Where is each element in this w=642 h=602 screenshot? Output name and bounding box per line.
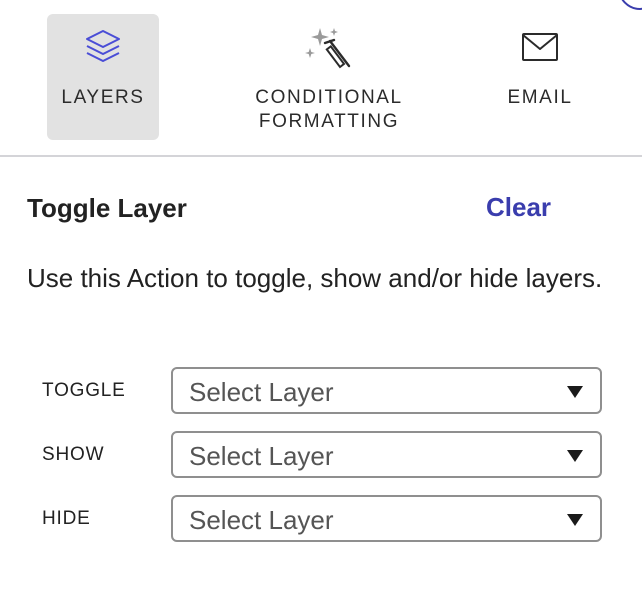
tab-conditional-label-line2: FORMATTING: [258, 111, 400, 132]
show-layer-select[interactable]: Select Layer: [171, 431, 602, 478]
layers-icon: [83, 27, 123, 72]
caret-down-icon: [567, 386, 583, 398]
select-value: Select Layer: [189, 441, 334, 471]
tab-conditional-label-line1: CONDITIONAL: [255, 87, 403, 108]
select-value: Select Layer: [189, 505, 334, 535]
tab-conditional-formatting[interactable]: CONDITIONAL FORMATTING: [240, 14, 418, 140]
hide-label: HIDE: [42, 508, 91, 529]
select-value: Select Layer: [189, 377, 334, 407]
tab-layers-label: LAYERS: [61, 87, 145, 108]
envelope-icon: [521, 32, 559, 67]
magic-wand-sparkles-icon: [304, 26, 354, 77]
caret-down-icon: [567, 514, 583, 526]
show-label: SHOW: [42, 444, 105, 465]
toggle-label: TOGGLE: [42, 380, 126, 401]
tab-bar: LAYERS CONDITIONAL FORMATTING EMAIL: [0, 0, 642, 157]
tab-layers[interactable]: LAYERS: [47, 14, 159, 140]
tab-email-label: EMAIL: [507, 87, 573, 108]
tab-email[interactable]: EMAIL: [490, 14, 590, 140]
caret-down-icon: [567, 450, 583, 462]
panel-description: Use this Action to toggle, show and/or h…: [27, 263, 603, 293]
toggle-layer-select[interactable]: Select Layer: [171, 367, 602, 414]
panel-title: Toggle Layer: [27, 193, 187, 223]
clear-button[interactable]: Clear: [486, 192, 551, 223]
hide-layer-select[interactable]: Select Layer: [171, 495, 602, 542]
